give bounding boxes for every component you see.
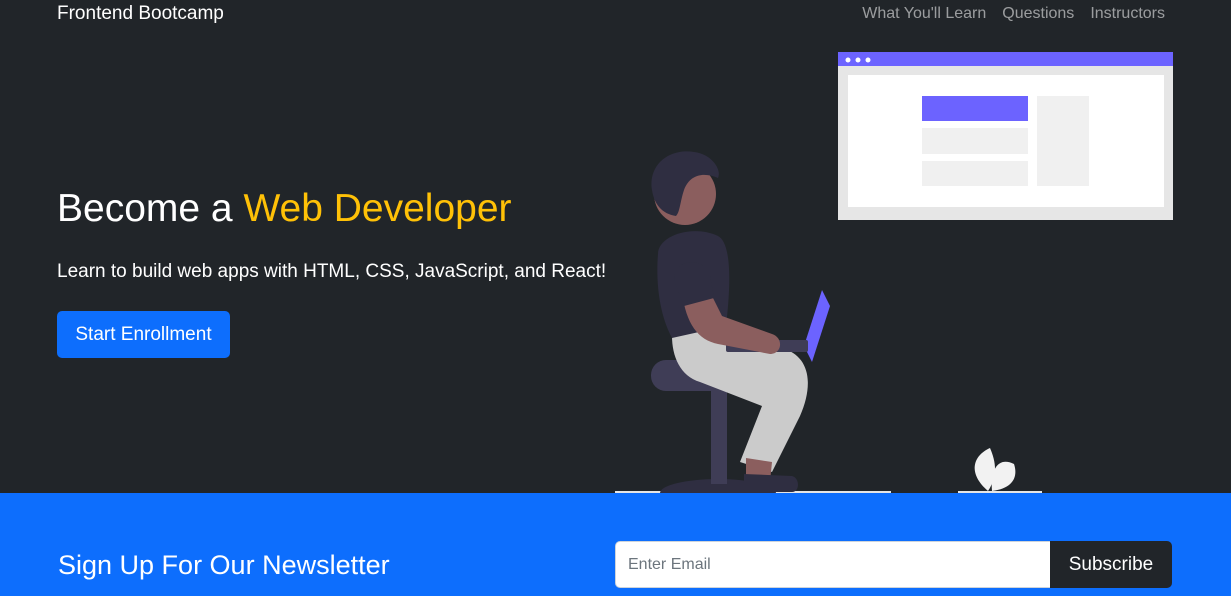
- hero-title-accent: Web Developer: [243, 187, 512, 230]
- browser-dot-icon: [865, 57, 871, 63]
- browser-block-highlight: [922, 96, 1028, 121]
- hero-lead: Learn to build web apps with HTML, CSS, …: [57, 261, 607, 282]
- browser-block: [922, 161, 1028, 186]
- email-input[interactable]: [615, 541, 1050, 588]
- brand-link[interactable]: Frontend Bootcamp: [57, 2, 224, 26]
- laptop-screen: [804, 290, 830, 362]
- subscribe-button[interactable]: Subscribe: [1050, 541, 1172, 588]
- browser-dot-icon: [855, 57, 861, 63]
- nav-links: What You'll Learn Questions Instructors: [862, 3, 1165, 25]
- browser-window-titlebar: [838, 52, 1173, 66]
- plant-leaf-icon: [991, 461, 1016, 491]
- navbar: Frontend Bootcamp What You'll Learn Ques…: [0, 0, 1231, 28]
- hero-title-prefix: Become a: [57, 187, 244, 230]
- browser-sidebar-block: [1037, 96, 1089, 186]
- person-shoe: [744, 474, 798, 492]
- nav-link-what-youll-learn[interactable]: What You'll Learn: [862, 3, 986, 25]
- newsletter-section: Sign Up For Our Newsletter Subscribe: [0, 493, 1231, 596]
- stool-post: [711, 384, 727, 484]
- start-enrollment-button[interactable]: Start Enrollment: [57, 311, 230, 358]
- nav-link-instructors[interactable]: Instructors: [1090, 3, 1165, 25]
- nav-link-questions[interactable]: Questions: [1002, 3, 1074, 25]
- newsletter-title: Sign Up For Our Newsletter: [58, 550, 390, 580]
- hero-title: Become a Web Developer: [57, 185, 512, 233]
- developer-at-laptop-illustration: [615, 52, 1173, 493]
- browser-dot-icon: [845, 57, 851, 63]
- browser-block: [922, 128, 1028, 154]
- hero-section: Become a Web Developer Learn to build we…: [0, 28, 1231, 493]
